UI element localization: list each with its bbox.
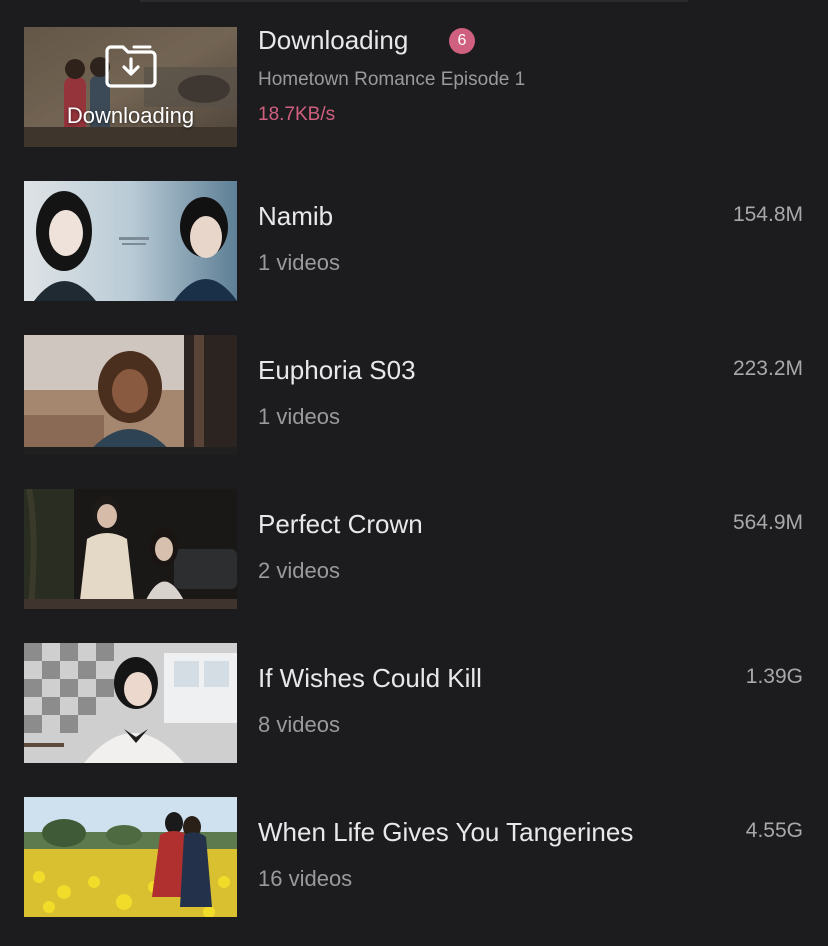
item-title: Namib — [258, 201, 334, 231]
list-item[interactable]: Euphoria S03 1 videos 223.2M — [0, 335, 828, 457]
item-size: 4.55G — [745, 819, 803, 842]
item-video-count: 1 videos — [258, 404, 340, 429]
item-thumbnail — [24, 797, 237, 917]
thumbnail-downloading-label: Downloading — [66, 103, 195, 128]
list-item[interactable]: Namib 1 videos 154.8M — [0, 181, 828, 303]
item-title: Perfect Crown — [258, 509, 423, 539]
list-item[interactable]: When Life Gives You Tangerines 16 videos… — [0, 797, 828, 919]
item-thumbnail — [24, 489, 237, 609]
item-title: When Life Gives You Tangerines — [258, 817, 634, 847]
if-wishes-thumbnail-image — [24, 643, 237, 763]
item-video-count: 16 videos — [258, 866, 353, 891]
downloading-episode: Hometown Romance Episode 1 — [258, 69, 526, 90]
item-title: Euphoria S03 — [258, 355, 416, 385]
item-video-count: 8 videos — [258, 712, 340, 737]
downloading-count-badge: 6 — [449, 28, 475, 54]
downloading-thumbnail[interactable]: Downloading — [24, 27, 237, 147]
perfect-crown-thumbnail-image — [24, 489, 237, 609]
downloading-title: Downloading — [258, 25, 409, 55]
downloads-screen: Downloading Downloading 6 Hometown Roman… — [0, 0, 828, 946]
item-size: 564.9M — [732, 511, 803, 534]
folder-download-icon — [105, 45, 157, 88]
downloading-row[interactable]: Downloading Downloading 6 Hometown Roman… — [0, 25, 828, 149]
list-item[interactable]: Perfect Crown 2 videos 564.9M — [0, 489, 828, 611]
namib-thumbnail-image — [24, 181, 237, 301]
download-speed: 18.7KB/s — [258, 104, 336, 125]
tangerines-thumbnail-image — [24, 797, 237, 917]
item-title: If Wishes Could Kill — [258, 663, 482, 693]
item-video-count: 1 videos — [258, 250, 340, 275]
item-thumbnail — [24, 181, 237, 301]
euphoria-thumbnail-image — [24, 335, 237, 455]
item-thumbnail — [24, 335, 237, 455]
item-size: 223.2M — [732, 357, 803, 380]
item-video-count: 2 videos — [258, 558, 340, 583]
item-size: 1.39G — [745, 665, 803, 688]
list-item[interactable]: If Wishes Could Kill 8 videos 1.39G — [0, 643, 828, 765]
item-size: 154.8M — [732, 203, 803, 226]
top-divider — [140, 0, 688, 2]
item-thumbnail — [24, 643, 237, 763]
